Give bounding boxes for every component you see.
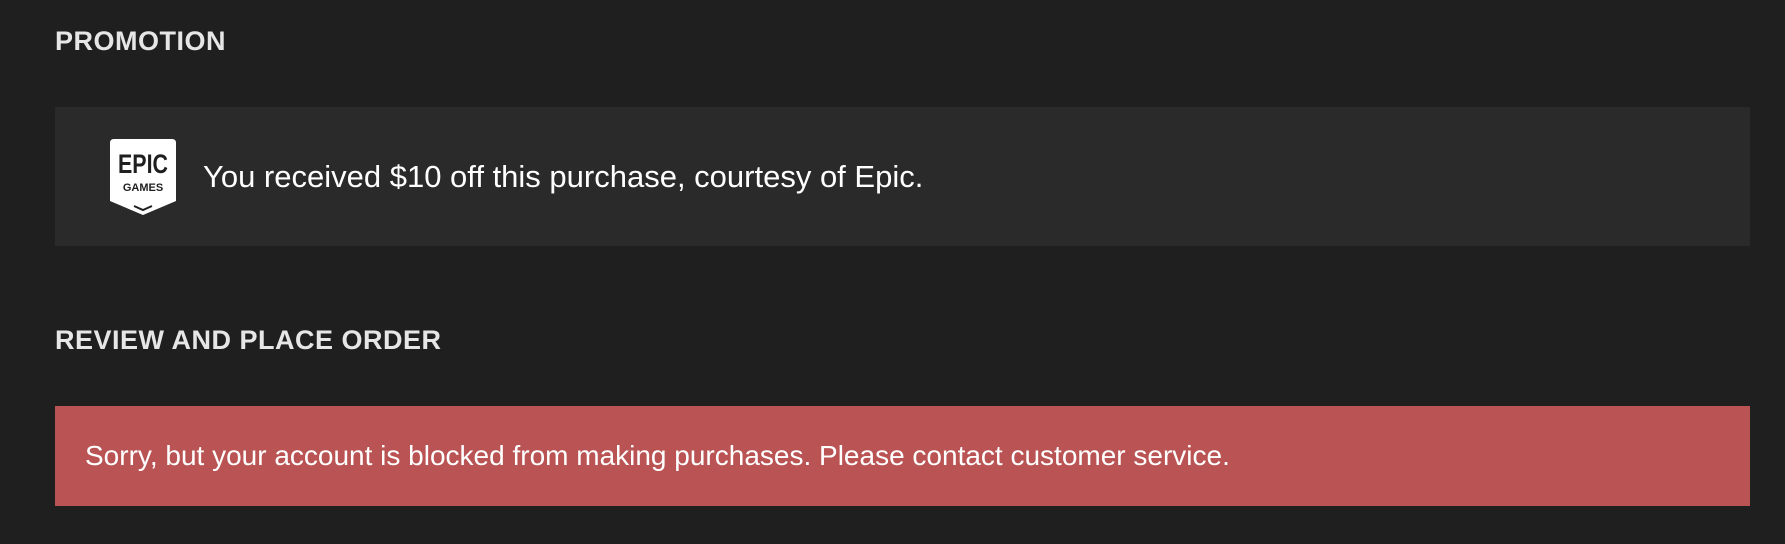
epic-logo-line1: EPIC (118, 149, 168, 179)
account-blocked-message: Sorry, but your account is blocked from … (85, 440, 1230, 471)
review-order-heading: REVIEW AND PLACE ORDER (55, 325, 442, 355)
epic-logo-line2: GAMES (123, 182, 163, 194)
promotion-banner: EPIC GAMES You received $10 off this pur… (55, 107, 1750, 246)
account-blocked-alert: Sorry, but your account is blocked from … (55, 406, 1750, 506)
epic-games-logo-icon: EPIC GAMES (110, 138, 176, 215)
promotion-message: You received $10 off this purchase, cour… (203, 158, 924, 194)
promotion-heading: PROMOTION (55, 26, 226, 56)
